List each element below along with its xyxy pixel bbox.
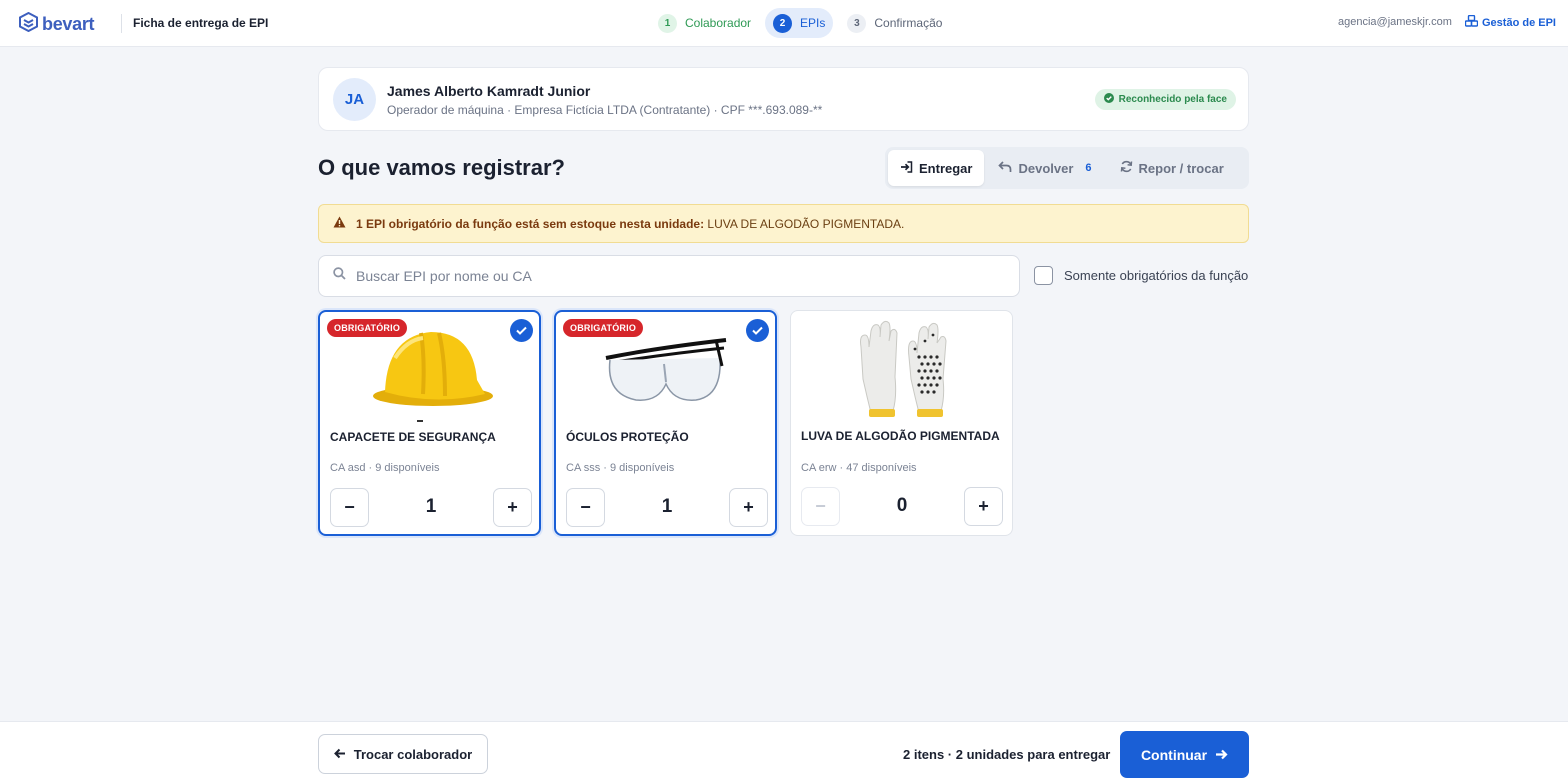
mode-label: Repor / trocar (1138, 160, 1224, 176)
face-badge-label: Reconhecido pela face (1118, 94, 1227, 105)
step-label: EPIs (800, 16, 826, 30)
gestao-epi-label: Gestão de EPI (1482, 16, 1556, 29)
search-input[interactable] (356, 268, 996, 284)
logo[interactable]: bevart (19, 11, 95, 37)
quantity-value: 1 (661, 496, 673, 517)
step-number: 1 (658, 13, 677, 33)
alert-bold: 1 EPI obrigatório da função está sem est… (356, 216, 705, 231)
warning-icon (333, 216, 346, 231)
header-divider (121, 14, 122, 33)
arrow-right-icon (1215, 747, 1228, 763)
arrow-left-icon (333, 747, 346, 762)
bevart-logo-icon (19, 11, 38, 37)
logo-text: bevart (42, 14, 95, 34)
stock-alert: 1 EPI obrigatório da função está sem est… (318, 204, 1249, 243)
decrease-button[interactable]: − (801, 486, 840, 526)
increase-button[interactable]: + (492, 487, 532, 527)
mode-label: Devolver (1018, 160, 1074, 176)
change-worker-label: Trocar colaborador (353, 746, 473, 762)
only-required-filter[interactable]: Somente obrigatórios da função (1034, 266, 1248, 285)
search-box (318, 255, 1020, 297)
sign-in-icon (900, 160, 913, 176)
product-name: CAPACETE DE SEGURANÇA (330, 430, 496, 444)
undo-icon (998, 160, 1012, 176)
refresh-icon (1120, 160, 1133, 176)
product-card-capacete[interactable]: OBRIGATÓRIO CAPACETE DE SEGURANÇA CA asd… (318, 310, 541, 536)
face-recognized-badge: Reconhecido pela face (1094, 89, 1236, 110)
quantity-stepper: − 1 + (566, 487, 768, 527)
required-badge: OBRIGATÓRIO (563, 319, 644, 337)
search-icon (333, 267, 346, 285)
quantity-stepper: − 0 + (801, 486, 1003, 526)
wizard-steps: 1 Colaborador 2 EPIs 3 Confirmação (650, 8, 950, 38)
step-colaborador[interactable]: 1 Colaborador (650, 8, 759, 38)
top-bar: bevart Ficha de entrega de EPI 1 Colabor… (0, 0, 1568, 47)
only-required-checkbox[interactable] (1034, 266, 1053, 285)
decrease-button[interactable]: − (566, 487, 605, 527)
step-label: Confirmação (874, 16, 943, 30)
user-email: agencia@jameskjr.com (1338, 16, 1452, 28)
app-title: Ficha de entrega de EPI (133, 16, 269, 30)
mode-repor-trocar[interactable]: Repor / trocar (1108, 150, 1236, 186)
product-card-luva[interactable]: LUVA DE ALGODÃO PIGMENTADA CA erw · 47 d… (790, 310, 1013, 536)
worker-card: JA James Alberto Kamradt Junior Operador… (318, 67, 1249, 131)
mode-entregar[interactable]: Entregar (888, 150, 985, 186)
worker-name: James Alberto Kamradt Junior (387, 83, 591, 99)
mode-switch: Entregar Devolver 6 Repor / trocar (885, 147, 1249, 189)
devolver-count: 6 (1085, 162, 1092, 174)
selected-check-icon (746, 319, 769, 342)
decrease-button[interactable]: − (330, 487, 369, 527)
change-worker-button[interactable]: Trocar colaborador (318, 734, 488, 774)
product-name: ÓCULOS PROTEÇÃO (566, 430, 689, 444)
product-name: LUVA DE ALGODÃO PIGMENTADA (801, 429, 1000, 443)
check-circle-icon (1103, 93, 1114, 106)
quantity-value: 1 (425, 496, 437, 517)
step-epis[interactable]: 2 EPIs (765, 8, 834, 38)
avatar: JA (333, 78, 376, 121)
product-meta: CA asd · 9 disponíveis (330, 462, 440, 474)
quantity-stepper: − 1 + (330, 487, 532, 527)
increase-button[interactable]: + (728, 487, 768, 527)
continue-label: Continuar (1140, 746, 1208, 763)
increase-button[interactable]: + (963, 486, 1003, 526)
product-meta: CA erw · 47 disponíveis (801, 462, 917, 474)
only-required-label: Somente obrigatórios da função (1064, 268, 1249, 283)
step-label: Colaborador (685, 16, 752, 30)
required-badge: OBRIGATÓRIO (327, 319, 408, 337)
alert-item: LUVA DE ALGODÃO PIGMENTADA. (707, 216, 905, 231)
page-title: O que vamos registrar? (318, 155, 565, 180)
selected-check-icon (510, 319, 533, 342)
alert-text: 1 EPI obrigatório da função está sem est… (356, 217, 904, 231)
mode-devolver[interactable]: Devolver 6 (986, 150, 1105, 186)
footer-bar: Trocar colaborador 2 itens · 2 unidades … (0, 721, 1568, 784)
step-confirmacao[interactable]: 3 Confirmação (839, 8, 950, 38)
continue-button[interactable]: Continuar (1120, 731, 1249, 778)
step-number: 2 (773, 13, 793, 33)
product-card-oculos[interactable]: OBRIGATÓRIO ÓCULOS PROTEÇÃO CA sss · 9 d… (554, 310, 777, 536)
cubes-icon (1464, 14, 1479, 30)
product-meta: CA sss · 9 disponíveis (566, 462, 675, 474)
mode-label: Entregar (919, 160, 973, 176)
selection-summary: 2 itens · 2 unidades para entregar (903, 747, 1111, 762)
gloves-image (791, 317, 1012, 421)
gestao-epi-link[interactable]: Gestão de EPI (1464, 14, 1556, 30)
quantity-value: 0 (896, 495, 908, 516)
worker-meta: Operador de máquina · Empresa Fictícia L… (387, 103, 823, 117)
step-number: 3 (847, 13, 867, 33)
